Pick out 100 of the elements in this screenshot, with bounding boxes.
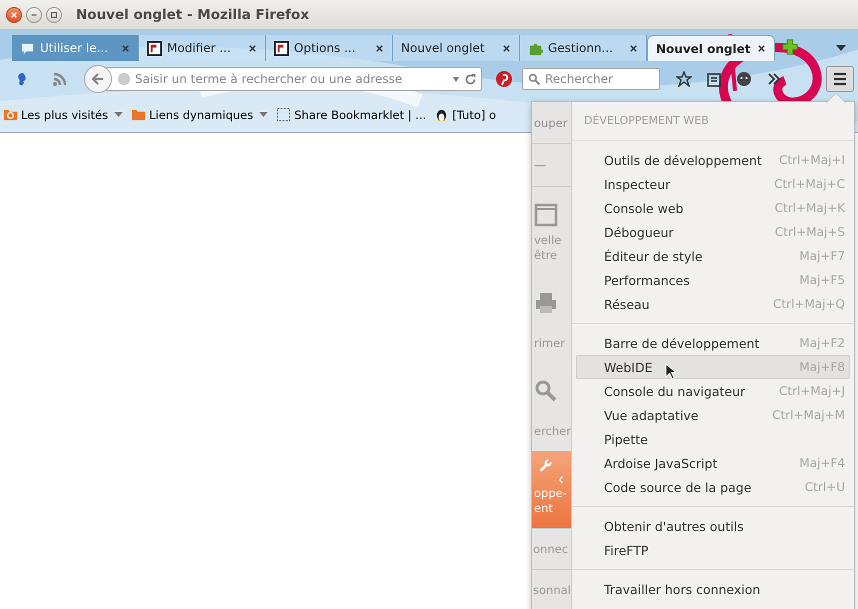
menu-item-label: Travailler hors connexion	[604, 582, 760, 596]
shortcut-label: Maj+F2	[799, 336, 845, 350]
close-icon[interactable]	[502, 44, 511, 52]
star-icon[interactable]	[676, 71, 692, 87]
reload-icon[interactable]	[464, 72, 477, 86]
menu-item[interactable]: Code source de la page Ctrl+U	[576, 475, 850, 499]
menu-tile-label: oppe- ent	[534, 486, 567, 516]
menu-item-label: Outils de développement	[604, 152, 762, 168]
frame-icon	[274, 40, 289, 56]
dropdown-icon[interactable]	[452, 76, 460, 82]
close-icon[interactable]	[629, 44, 638, 52]
pin-icon[interactable]	[496, 71, 512, 87]
shortcut-label: Ctrl+Maj+J	[778, 384, 845, 398]
menu-item[interactable]: Outils de développement Ctrl+Maj+I	[576, 148, 850, 172]
menu-item[interactable]: Réseau Ctrl+Maj+Q	[576, 292, 850, 316]
address-field[interactable]: Saisir un terme à rechercher ou une adresse	[135, 72, 448, 86]
menu-item[interactable]: Inspecteur Ctrl+Maj+C	[576, 172, 850, 196]
caret-icon	[259, 112, 268, 117]
menu-item[interactable]: Obtenir d'autres outils	[576, 514, 850, 538]
shortcut-label: Maj+F7	[799, 249, 845, 263]
feed-icon[interactable]	[52, 71, 68, 87]
blank-page-icon	[276, 107, 292, 122]
menu-item[interactable]: Barre de développement Maj+F2	[576, 331, 850, 355]
maximize-button[interactable]	[46, 6, 62, 22]
shortcut-label: Ctrl+Maj+K	[774, 201, 845, 215]
close-icon	[10, 10, 18, 18]
cursor-icon	[665, 363, 676, 380]
menu-item-label: Réseau	[604, 296, 650, 312]
menu-item[interactable]: Travailler hors connexion	[576, 577, 850, 601]
menu-item-label: Barre de développement	[604, 336, 760, 350]
smiley-icon[interactable]	[736, 71, 752, 87]
menu-item-label: Performances	[604, 272, 690, 288]
tab-label: Options ...	[294, 41, 357, 55]
caret-icon	[114, 112, 124, 117]
menu-item[interactable]: FireFTP	[576, 538, 850, 562]
bookmark-label: [Tuto] o	[452, 108, 496, 122]
panel-heading: DÉVELOPPEMENT WEB	[572, 102, 854, 141]
tab[interactable]: Nouvel onglet	[647, 35, 775, 61]
tab[interactable]: Gestionn...	[520, 35, 647, 61]
menu-item-label: Éditeur de style	[604, 248, 703, 264]
back-arrow-icon	[90, 71, 106, 87]
caret-icon[interactable]	[836, 45, 846, 51]
bookmark-label: Liens dynamiques	[149, 108, 254, 122]
menu-item[interactable]: Performances Maj+F5	[576, 268, 850, 292]
close-icon[interactable]	[248, 44, 257, 52]
tab-label: Modifier ...	[167, 41, 232, 55]
shortcut-label: Ctrl+Maj+I	[778, 153, 845, 167]
menu-item[interactable]: Débogueur Ctrl+Maj+S	[576, 220, 850, 244]
bookmark[interactable]: [Tuto] o	[434, 107, 496, 122]
chevron-icon	[557, 476, 565, 484]
menu-item-label: Console du navigateur	[604, 384, 746, 398]
tab[interactable]: Options ...	[266, 35, 393, 61]
bookmark[interactable]: Les plus visités	[3, 107, 124, 122]
search-icon	[528, 72, 541, 86]
folder-icon	[131, 107, 146, 122]
clipboard-icon[interactable]	[706, 71, 722, 87]
menu-tile-label: velle être	[534, 233, 562, 263]
frame-icon	[147, 40, 162, 56]
tab-label: Gestionn...	[548, 41, 614, 55]
menu-item[interactable]: Vue adaptative Ctrl+Maj+M	[576, 403, 850, 427]
chevrons-icon[interactable]	[766, 71, 782, 87]
bookmark[interactable]: Share Bookmarklet | ...	[276, 107, 426, 122]
bookmark[interactable]: Liens dynamiques	[131, 107, 268, 122]
address-bar[interactable]: Saisir un terme à rechercher ou une adresse	[106, 67, 482, 91]
menu-item-label: WebIDE	[604, 360, 652, 374]
search-icon	[534, 379, 558, 403]
shortcut-label: Ctrl+Maj+M	[772, 408, 845, 422]
menu-item[interactable]: Console du navigateur Ctrl+Maj+J	[576, 379, 850, 403]
search-bar[interactable]: Rechercher	[522, 68, 660, 90]
menu-item[interactable]: Ardoise JavaScript Maj+F4	[576, 451, 850, 475]
menu-item[interactable]: Console web Ctrl+Maj+K	[576, 196, 850, 220]
close-button[interactable]	[6, 6, 22, 22]
close-icon[interactable]	[757, 44, 766, 53]
search-field[interactable]: Rechercher	[545, 72, 654, 86]
tab[interactable]: Modifier ...	[139, 35, 266, 61]
menu-item[interactable]: Éditeur de style Maj+F7	[576, 244, 850, 268]
window-icon	[534, 203, 558, 227]
shortcut-label: Ctrl+U	[804, 480, 845, 494]
tab-label: Utiliser le...	[40, 41, 110, 55]
menu-item[interactable]: WebIDE Maj+F8	[576, 355, 850, 379]
tab[interactable]: Nouvel onglet	[393, 35, 520, 61]
menu-icon	[832, 71, 848, 87]
bookmark-label: Share Bookmarklet | ...	[294, 108, 426, 122]
menu-tile-label: rimer	[534, 336, 565, 351]
menu-item-label: Obtenir d'autres outils	[604, 518, 744, 534]
menu-item-label: Code source de la page	[604, 480, 752, 494]
close-icon[interactable]	[375, 44, 384, 52]
menu-item-label: Pipette	[604, 432, 648, 446]
menu-item-label: Débogueur	[604, 224, 674, 240]
shortcut-label: Maj+F4	[799, 456, 845, 470]
shortcut-label: Maj+F5	[799, 273, 845, 287]
menu-item-label: FireFTP	[604, 542, 648, 558]
plus-icon[interactable]	[781, 38, 799, 56]
bookmark-label: Les plus visités	[21, 108, 108, 122]
menu-tile-label: ercher	[534, 424, 571, 439]
globe-icon	[117, 72, 131, 86]
menu-item[interactable]: Pipette	[576, 427, 850, 451]
menu-button[interactable]	[826, 66, 854, 92]
shortcut-label: Ctrl+Maj+S	[774, 225, 845, 239]
shortcut-label: Maj+F8	[799, 360, 845, 374]
